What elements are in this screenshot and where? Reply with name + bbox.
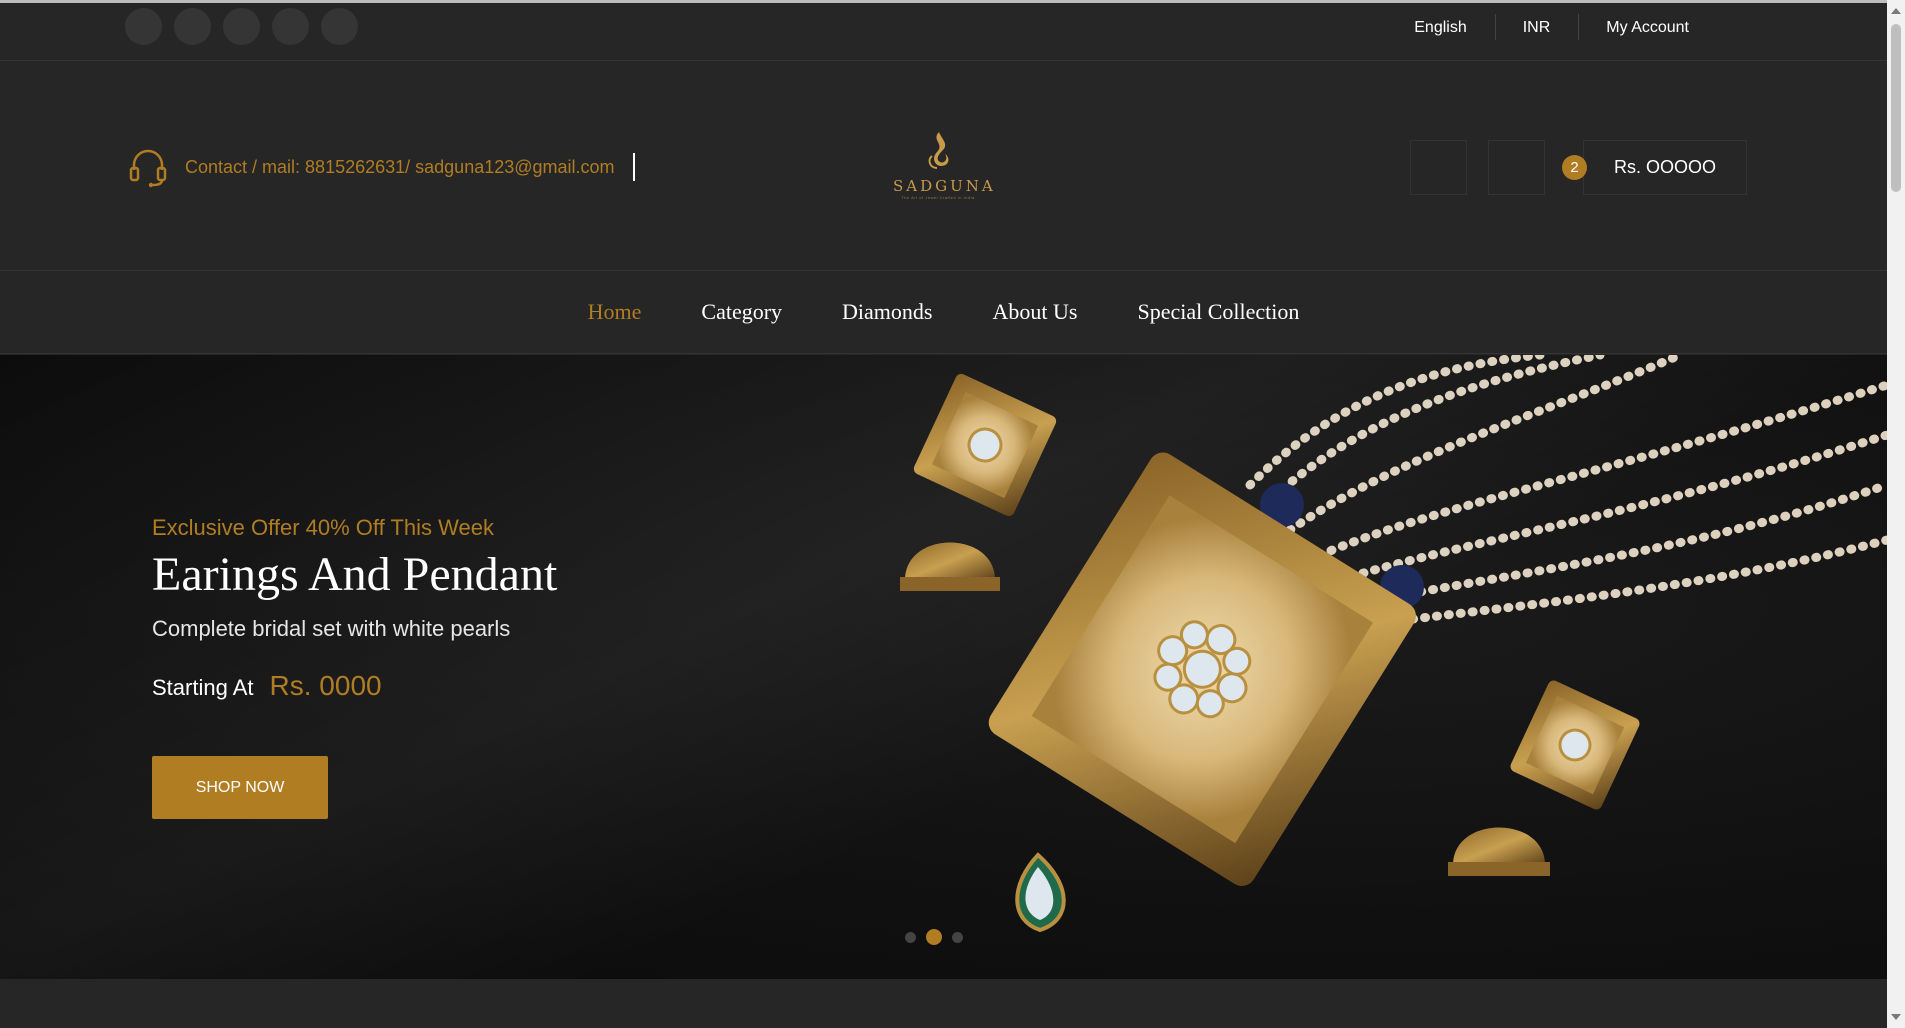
nav-item-special-collection[interactable]: Special Collection xyxy=(1107,299,1329,325)
social-links xyxy=(125,8,358,45)
hero-content: Exclusive Offer 40% Off This Week Earing… xyxy=(152,515,557,819)
social-icon-5[interactable] xyxy=(321,8,358,45)
price-value: Rs. 0000 xyxy=(269,670,382,701)
scroll-up-arrow-icon[interactable] xyxy=(1891,8,1901,14)
nav-item-diamonds[interactable]: Diamonds xyxy=(812,299,962,325)
site-logo[interactable]: SADGUNA The Art of Jewel Crafted in Indi… xyxy=(893,130,996,202)
social-icon-1[interactable] xyxy=(125,8,162,45)
contact-info: Contact / mail: 8815262631/ sadguna123@g… xyxy=(127,146,615,188)
hero-price-line: Starting At Rs. 0000 xyxy=(152,670,557,702)
page-viewport: English INR My Account Contact / mail: 8… xyxy=(0,0,1887,1028)
social-icon-2[interactable] xyxy=(174,8,211,45)
text-cursor xyxy=(633,153,635,181)
top-utility-bar: English INR My Account xyxy=(0,3,1887,61)
cart-total-value: Rs. OOOOO xyxy=(1613,157,1716,177)
hero-offer: Exclusive Offer 40% Off This Week xyxy=(152,515,494,540)
logo-tagline: The Art of Jewel Crafted in India xyxy=(901,195,975,200)
nav-item-about-us[interactable]: About Us xyxy=(963,299,1108,325)
slider-dot-2[interactable] xyxy=(926,929,942,945)
page-scrollbar[interactable] xyxy=(1887,0,1905,1028)
slider-dot-1[interactable] xyxy=(905,931,916,943)
scroll-down-arrow-icon[interactable] xyxy=(1891,1014,1901,1020)
main-nav: Home Category Diamonds About Us Special … xyxy=(0,271,1887,354)
cart-total-button[interactable]: Rs. OOOOO xyxy=(1583,140,1747,195)
wishlist-button[interactable] xyxy=(1488,140,1545,195)
slider-dots xyxy=(905,929,963,945)
site-header: Contact / mail: 8815262631/ sadguna123@g… xyxy=(0,62,1887,271)
nav-item-home[interactable]: Home xyxy=(558,299,672,325)
currency-selector[interactable]: INR xyxy=(1494,14,1579,40)
contact-text: Contact / mail: 8815262631/ sadguna123@g… xyxy=(185,156,615,177)
social-icon-3[interactable] xyxy=(223,8,260,45)
language-selector[interactable]: English xyxy=(1386,19,1494,37)
price-label: Starting At xyxy=(152,675,254,700)
nav-item-category[interactable]: Category xyxy=(671,299,812,325)
slider-dot-3[interactable] xyxy=(952,931,963,943)
search-button[interactable] xyxy=(1410,140,1467,195)
scrollbar-thumb[interactable] xyxy=(1891,24,1901,192)
logo-name: SADGUNA xyxy=(893,177,996,195)
cart-count-badge: 2 xyxy=(1562,155,1587,180)
social-icon-4[interactable] xyxy=(272,8,309,45)
logo-flame-icon xyxy=(928,132,949,169)
hero-slider: Exclusive Offer 40% Off This Week Earing… xyxy=(0,355,1887,979)
hero-title: Earings And Pendant xyxy=(152,548,558,601)
jewelry-image xyxy=(900,355,1887,933)
shop-now-button[interactable]: SHOP NOW xyxy=(152,756,328,819)
my-account-link[interactable]: My Account xyxy=(1578,14,1717,40)
utility-links: English INR My Account xyxy=(1386,14,1717,40)
headset-icon xyxy=(129,149,167,188)
hero-subtitle: Complete bridal set with white pearls xyxy=(152,616,511,641)
